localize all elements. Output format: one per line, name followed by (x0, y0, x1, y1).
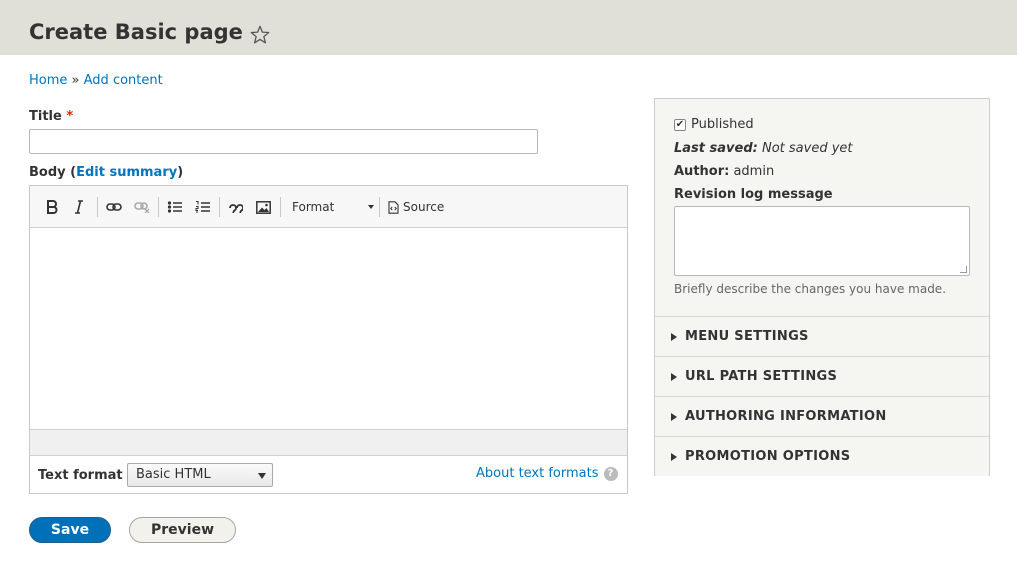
about-text-formats-link[interactable]: About text formats ? (476, 466, 618, 481)
revision-log-description: Briefly describe the changes you have ma… (674, 282, 947, 296)
revision-log-label: Revision log message (674, 187, 833, 202)
body-label: Body (Edit summary) (29, 165, 184, 180)
numbered-list-icon (195, 201, 210, 213)
preview-button[interactable]: Preview (129, 517, 236, 543)
unlink-button[interactable] (133, 197, 151, 217)
image-button[interactable] (254, 197, 272, 217)
link-button[interactable] (105, 197, 123, 217)
source-button[interactable]: Source (388, 197, 444, 217)
link-icon (106, 203, 122, 211)
breadcrumb: Home » Add content (29, 73, 163, 88)
published-checkbox[interactable]: ✔ (674, 118, 686, 131)
menu-settings-section[interactable]: MENU SETTINGS (655, 316, 989, 356)
resize-handle-icon[interactable] (960, 266, 967, 273)
editor-status-bar (30, 429, 627, 456)
image-icon (255, 200, 271, 214)
toolbar-divider (280, 197, 281, 217)
last-saved: Last saved: Not saved yet (674, 141, 853, 156)
italic-icon (75, 200, 83, 214)
triangle-right-icon (671, 372, 677, 381)
quote-icon (229, 204, 243, 213)
author: Author: admin (674, 164, 775, 179)
source-icon (388, 200, 399, 214)
meta-sidebar: ✔ Published Last saved: Not saved yet Au… (654, 98, 990, 476)
title-input[interactable] (29, 129, 538, 154)
text-format-label: Text format (38, 468, 123, 483)
numbered-list-button[interactable] (194, 197, 212, 217)
format-dropdown[interactable]: Format (292, 197, 376, 217)
triangle-right-icon (671, 412, 677, 421)
bulleted-list-icon (167, 201, 182, 213)
revision-log-textarea[interactable] (674, 206, 970, 276)
required-mark: * (66, 109, 74, 124)
toolbar-divider (158, 197, 159, 217)
bold-icon (47, 200, 58, 214)
text-format-row: Text format Basic HTML About text format… (30, 456, 627, 493)
toolbar-divider (219, 197, 220, 217)
chevron-down-icon (368, 205, 374, 209)
body-editor-area[interactable] (30, 228, 627, 429)
breadcrumb-home[interactable]: Home (29, 73, 67, 88)
save-button[interactable]: Save (29, 517, 111, 543)
bulleted-list-button[interactable] (166, 197, 184, 217)
authoring-information-section[interactable]: AUTHORING INFORMATION (655, 396, 989, 436)
published-field: ✔ Published (674, 117, 754, 132)
promotion-options-section[interactable]: PROMOTION OPTIONS (655, 436, 989, 476)
triangle-right-icon (671, 452, 677, 461)
toolbar-divider (97, 197, 98, 217)
text-format-select[interactable]: Basic HTML (127, 463, 273, 487)
blockquote-button[interactable] (227, 197, 245, 217)
help-icon: ? (603, 466, 618, 481)
breadcrumb-add-content[interactable]: Add content (84, 73, 163, 88)
breadcrumb-separator: » (71, 73, 80, 88)
italic-button[interactable] (71, 197, 87, 217)
title-label: Title * (29, 109, 74, 124)
page-title: Create Basic page (29, 20, 243, 44)
published-label: Published (691, 117, 754, 132)
body-editor: Format Source Text format Basic HTML Abo… (29, 185, 628, 494)
page-header: Create Basic page (0, 0, 1017, 55)
chevron-down-icon (258, 473, 266, 479)
triangle-right-icon (671, 332, 677, 341)
unlink-icon (134, 202, 150, 213)
toolbar-divider (379, 197, 380, 217)
bold-button[interactable] (44, 197, 60, 217)
editor-toolbar: Format Source (30, 186, 627, 228)
star-icon[interactable] (249, 24, 271, 46)
url-path-settings-section[interactable]: URL PATH SETTINGS (655, 356, 989, 396)
edit-summary-link[interactable]: Edit summary (76, 165, 177, 180)
